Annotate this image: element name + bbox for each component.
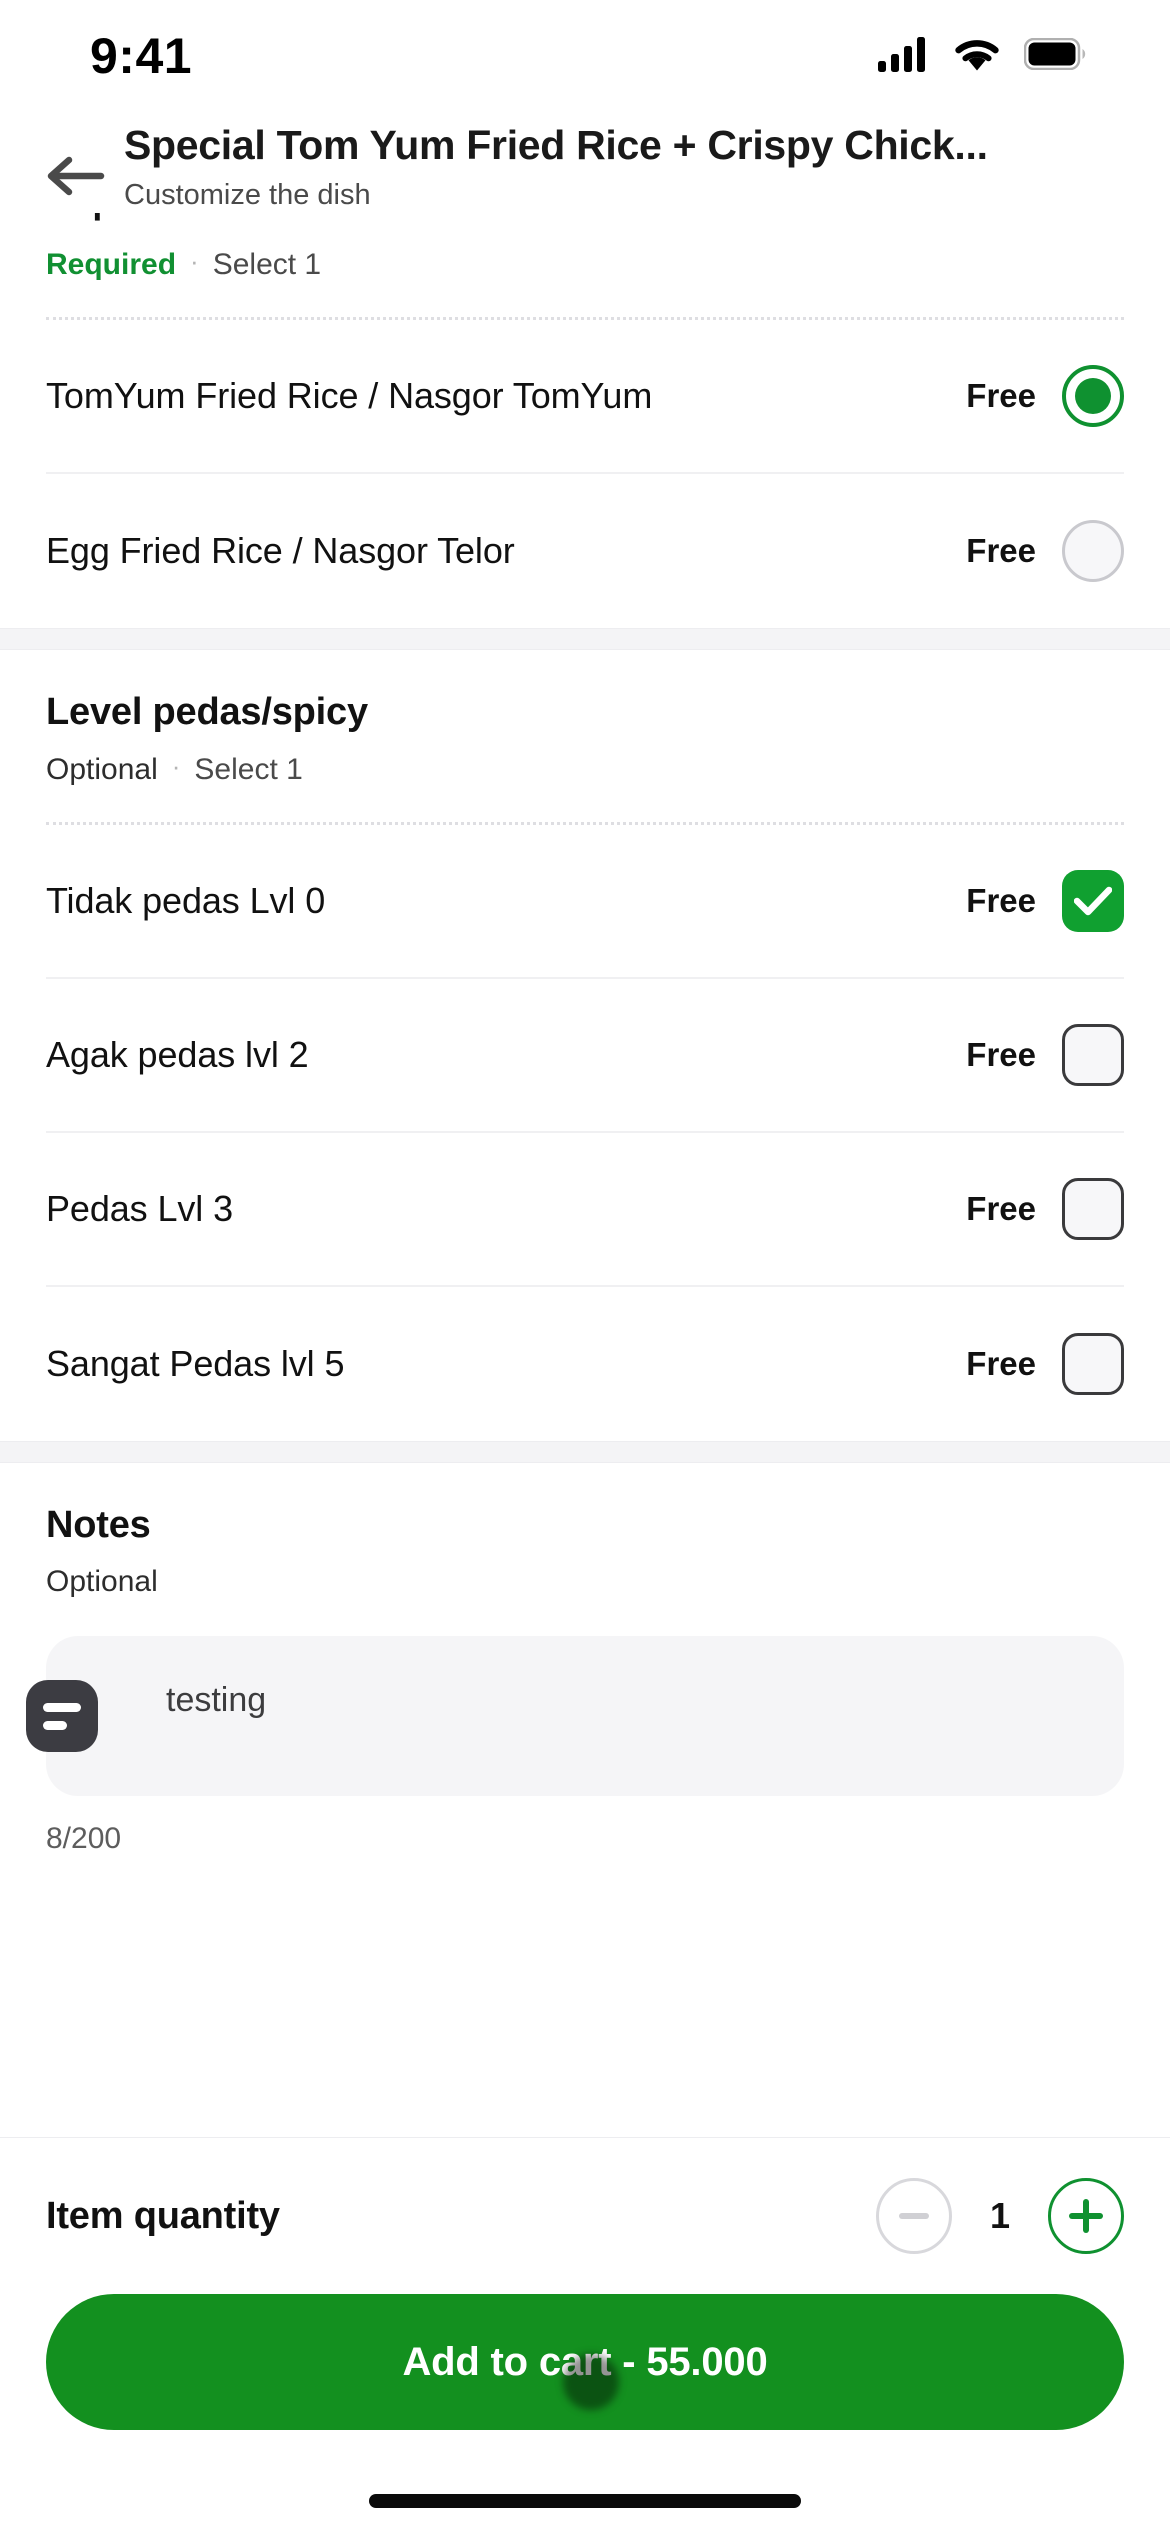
option-price: Free	[966, 881, 1036, 919]
wifi-icon	[955, 40, 999, 71]
section-divider-band	[0, 1440, 1170, 1463]
quantity-row: Item quantity 1	[46, 2138, 1124, 2294]
option-price: Free	[966, 1344, 1036, 1382]
checkbox-selected[interactable]	[1062, 869, 1124, 932]
meta-separator: ·	[171, 750, 181, 781]
increment-quantity-button[interactable]	[1048, 2178, 1124, 2254]
back-button[interactable]	[40, 140, 112, 212]
checkbox-unselected[interactable]	[1062, 1177, 1124, 1240]
minus-icon	[899, 2213, 929, 2219]
notes-char-counter: 8/200	[46, 1822, 122, 1856]
section-spicy-level: Level pedas/spicy Optional · Select 1 Ti…	[0, 649, 1170, 1441]
section-title-clipped: |	[46, 213, 1124, 231]
quantity-value: 1	[989, 2195, 1011, 2236]
status-icons	[878, 36, 1086, 72]
select-rule: Select 1	[212, 247, 322, 281]
option-price: Free	[966, 1035, 1036, 1073]
cta-container: Add to cart - 55.000	[46, 2294, 1124, 2470]
note-lines-icon	[26, 1680, 98, 1753]
option-row-pedas-lvl-3[interactable]: Pedas Lvl 3 Free	[46, 1133, 1124, 1287]
option-price: Free	[966, 376, 1036, 414]
option-row-agak-pedas-lvl-2[interactable]: Agak pedas lvl 2 Free	[46, 979, 1124, 1133]
home-indicator-area	[0, 2470, 1170, 2532]
option-label: Agak pedas lvl 2	[46, 1033, 309, 1075]
radio-button-selected[interactable]	[1062, 364, 1124, 427]
content-scroll-area[interactable]: | Required · Select 1 TomYum Fried Rice …	[0, 212, 1170, 2137]
section-rice-choice: | Required · Select 1 TomYum Fried Rice …	[0, 212, 1170, 628]
option-row-sangat-pedas-lvl-5[interactable]: Sangat Pedas lvl 5 Free	[46, 1287, 1124, 1441]
option-row-egg-fried-rice[interactable]: Egg Fried Rice / Nasgor Telor Free	[46, 474, 1124, 628]
option-label: TomYum Fried Rice / Nasgor TomYum	[46, 374, 653, 416]
home-indicator	[369, 2494, 801, 2508]
page-subtitle: Customize the dish	[124, 179, 371, 212]
meta-separator: ·	[190, 246, 199, 277]
checkbox-unselected[interactable]	[1062, 1332, 1124, 1395]
option-label: Egg Fried Rice / Nasgor Telor	[46, 529, 515, 571]
section-divider-band	[0, 627, 1170, 650]
section-meta-rice: Required · Select 1	[46, 231, 1124, 283]
option-row-tidak-pedas-lvl-0[interactable]: Tidak pedas Lvl 0 Free	[46, 825, 1124, 979]
quantity-stepper: 1	[876, 2178, 1124, 2254]
section-title-partial: |	[92, 213, 103, 222]
add-to-cart-button[interactable]: Add to cart - 55.000	[46, 2294, 1124, 2430]
page-header: Special Tom Yum Fried Rice + Crispy Chic…	[0, 108, 1170, 213]
section-title-spicy: Level pedas/spicy	[46, 690, 368, 733]
section-meta-notes: Optional	[46, 1548, 1124, 1600]
header-text-block: Special Tom Yum Fried Rice + Crispy Chic…	[124, 116, 1130, 213]
quantity-label: Item quantity	[46, 2194, 280, 2237]
section-meta-spicy: Optional · Select 1	[46, 736, 1124, 788]
section-notes: Notes Optional testing 8/200	[0, 1462, 1170, 1901]
decrement-quantity-button[interactable]	[876, 2178, 952, 2254]
status-bar: 9:41	[0, 0, 1170, 108]
option-label: Pedas Lvl 3	[46, 1187, 234, 1229]
page-title: Special Tom Yum Fried Rice + Crispy Chic…	[124, 122, 988, 168]
status-time: 9:41	[90, 28, 193, 84]
footer-bar: Item quantity 1 Add to cart - 55.000	[0, 2137, 1170, 2470]
notes-input-box[interactable]: testing	[26, 1636, 1124, 1797]
select-rule: Select 1	[194, 752, 303, 786]
option-price: Free	[966, 531, 1036, 569]
radio-button-unselected[interactable]	[1062, 519, 1124, 582]
arrow-left-icon	[47, 156, 105, 196]
requirement-badge: Required	[46, 247, 177, 281]
option-row-tomyum-fried-rice[interactable]: TomYum Fried Rice / Nasgor TomYum Free	[46, 320, 1124, 474]
requirement-badge: Optional	[46, 1565, 158, 1599]
battery-icon	[1024, 38, 1086, 70]
section-title-notes: Notes	[46, 1503, 151, 1546]
check-icon	[1074, 886, 1112, 915]
requirement-badge: Optional	[46, 752, 158, 786]
cellular-signal-icon	[878, 37, 925, 72]
option-price: Free	[966, 1189, 1036, 1227]
option-label: Sangat Pedas lvl 5	[46, 1342, 345, 1384]
option-label: Tidak pedas Lvl 0	[46, 879, 326, 921]
notes-input-value: testing	[166, 1681, 267, 1720]
app-screen: 9:41 Special Tom Yum Fried Rice + Crispy…	[0, 0, 1170, 2532]
checkbox-unselected[interactable]	[1062, 1023, 1124, 1086]
